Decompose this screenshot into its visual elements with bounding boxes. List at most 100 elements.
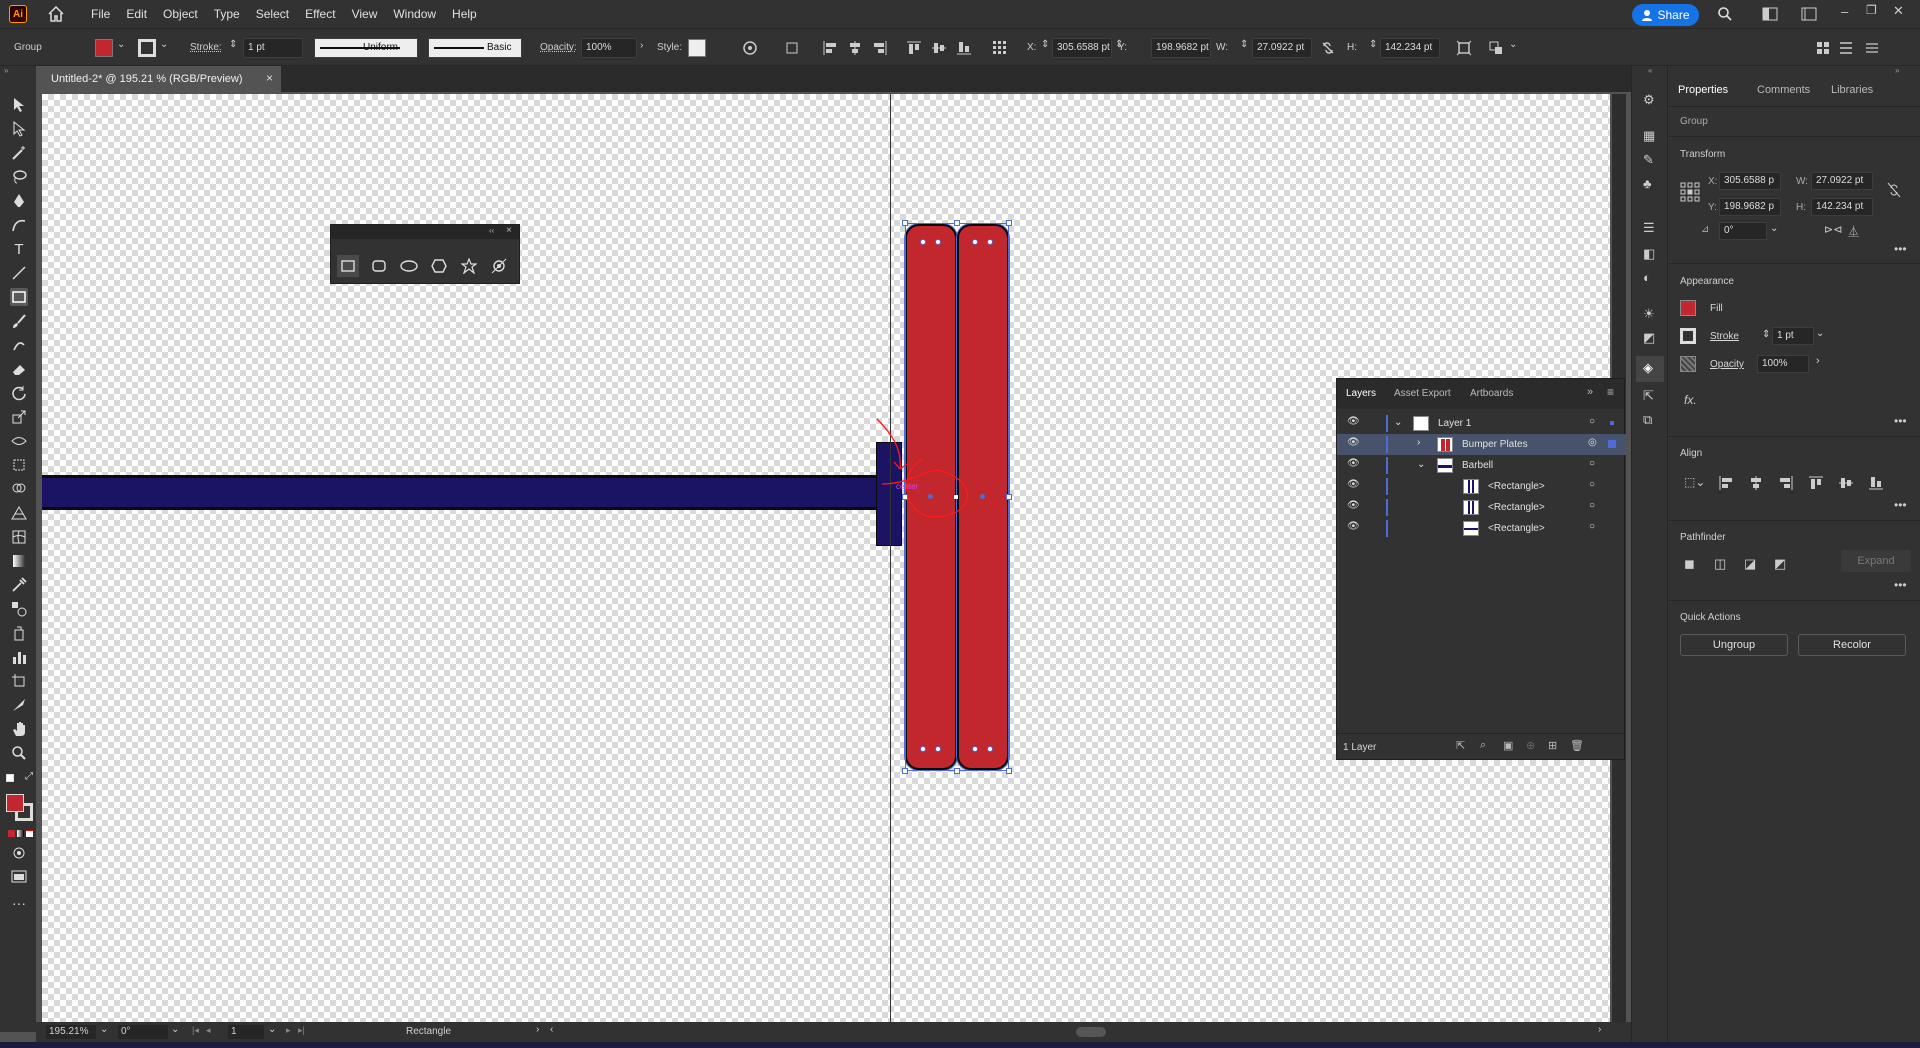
polygon-tool-icon[interactable] (428, 255, 450, 277)
chevron-down-icon[interactable]: ⌄ (1770, 223, 1778, 234)
trash-icon[interactable]: 🗑 (1570, 739, 1584, 752)
gradient-mode-icon[interactable] (17, 830, 24, 837)
resize-handle[interactable] (1006, 768, 1012, 774)
visibility-eye-icon[interactable]: 👁 (1347, 521, 1360, 532)
menu-select[interactable]: Select (248, 7, 297, 21)
chevron-down-icon[interactable]: ⌄ (268, 1024, 276, 1035)
star-tool-icon[interactable] (458, 255, 480, 277)
next-artboard-icon[interactable]: ▸ (286, 1025, 291, 1036)
menu-edit[interactable]: Edit (118, 7, 155, 21)
menu-object[interactable]: Object (155, 7, 206, 21)
paintbrush-tool-icon[interactable] (10, 312, 28, 330)
visibility-eye-icon[interactable]: 👁 (1347, 416, 1360, 427)
free-transform-tool-icon[interactable] (10, 456, 28, 474)
more-options-icon[interactable]: ••• (1894, 498, 1907, 512)
stepper-icon[interactable]: ⇕ (1369, 39, 1377, 50)
distribute-icon[interactable] (1838, 40, 1854, 56)
align-to-icon[interactable]: ⬚⌄ (1684, 475, 1705, 489)
flare-tool-icon[interactable] (488, 255, 510, 277)
chevron-right-icon[interactable]: › (640, 40, 643, 51)
tab-artboards[interactable]: Artboards (1470, 388, 1513, 399)
resize-handle[interactable] (1006, 494, 1012, 500)
close-window-icon[interactable]: ✕ (1893, 3, 1904, 19)
exclude-icon[interactable]: ◩ (1774, 556, 1786, 572)
panel-menu-icon[interactable]: ≡ (1607, 385, 1614, 399)
layer-name[interactable]: Layer 1 (1438, 418, 1471, 429)
menu-window[interactable]: Window (385, 7, 444, 21)
fx-icon[interactable]: fx. (1684, 393, 1697, 407)
opacity-label[interactable]: Opacity (1710, 359, 1744, 370)
w-field[interactable]: 27.0922 pt (1811, 172, 1873, 190)
minimize-icon[interactable]: – (1841, 4, 1848, 19)
tab-layers[interactable]: Layers (1346, 388, 1376, 399)
expand-panels-icon[interactable]: « (1648, 66, 1652, 75)
visibility-eye-icon[interactable]: 👁 (1347, 500, 1360, 511)
shape-builder-tool-icon[interactable] (10, 480, 28, 498)
visibility-eye-icon[interactable]: 👁 (1347, 458, 1360, 469)
type-tool-icon[interactable]: T (10, 240, 28, 258)
target-icon[interactable]: ○ (1589, 479, 1595, 490)
tab-comments[interactable]: Comments (1757, 84, 1810, 96)
color-mode-icon[interactable] (8, 830, 15, 837)
rectangle-tool-icon[interactable] (10, 288, 28, 306)
stepper-icon[interactable]: ⇕ (229, 39, 237, 50)
export-panel-icon[interactable]: ⇱ (1643, 388, 1654, 404)
opacity-label[interactable]: Opacity: (540, 42, 577, 53)
reference-point-icon[interactable] (1680, 182, 1700, 202)
edit-toolbar-icon[interactable]: ··· (10, 894, 28, 912)
chevron-down-icon[interactable]: ⌄ (160, 39, 168, 50)
document-tab[interactable]: Untitled-2* @ 195.21 % (RGB/Preview) × (36, 66, 281, 92)
locate-object-icon[interactable]: ⌕ (1480, 739, 1486, 752)
opacity-field[interactable]: 100% (1757, 355, 1809, 373)
slice-tool-icon[interactable] (10, 696, 28, 714)
resize-handle[interactable] (1006, 220, 1012, 226)
mesh-tool-icon[interactable] (10, 528, 28, 546)
close-popup-icon[interactable]: × (506, 225, 512, 236)
layer-row[interactable]: 👁 ⌄ Layer 1 ○ (1337, 413, 1626, 434)
artboard-number-field[interactable]: 1 (228, 1025, 264, 1039)
h-field[interactable]: 142.234 pt (1811, 198, 1873, 216)
eraser-tool-icon[interactable] (10, 360, 28, 378)
horizontal-scroll-thumb[interactable] (1076, 1027, 1106, 1037)
align-bottom-icon[interactable] (956, 40, 972, 56)
control-bar-menu-icon[interactable] (1864, 40, 1880, 56)
layer-row[interactable]: 👁 › Bumper Plates ◎ (1337, 434, 1626, 455)
eyedropper-tool-icon[interactable] (10, 576, 28, 594)
recolor-button[interactable]: Recolor (1798, 634, 1906, 656)
line-segment-tool-icon[interactable] (10, 264, 28, 282)
new-layer-icon[interactable]: ⊞ (1548, 739, 1557, 752)
target-icon[interactable]: ○ (1589, 521, 1595, 532)
expand-toolbar-icon[interactable]: » (4, 66, 8, 75)
menu-view[interactable]: View (344, 7, 386, 21)
home-icon[interactable] (47, 5, 65, 23)
resize-handle[interactable] (954, 220, 960, 226)
zoom-tool-icon[interactable] (10, 744, 28, 762)
first-artboard-icon[interactable]: |◂ (192, 1025, 199, 1036)
transform-each-icon[interactable] (1488, 40, 1504, 56)
collapse-panel-icon[interactable]: » (1587, 386, 1593, 398)
last-artboard-icon[interactable]: ▸| (298, 1025, 305, 1036)
rectangle-tool-icon[interactable] (337, 255, 359, 277)
new-sublayer-icon[interactable]: ⊕ (1526, 739, 1535, 752)
align-top-icon[interactable] (906, 40, 922, 56)
chevron-down-icon[interactable]: ⌄ (1417, 459, 1425, 470)
layer-row[interactable]: 👁 <Rectangle> ○ (1337, 497, 1626, 518)
x-field[interactable]: 305.6588 p (1719, 172, 1781, 190)
scroll-right-icon[interactable]: › (1598, 1024, 1601, 1035)
shaper-tool-icon[interactable] (10, 336, 28, 354)
screen-mode-icon[interactable] (10, 868, 28, 886)
recolor-artwork-icon[interactable] (742, 40, 758, 56)
gradient-tool-icon[interactable] (10, 552, 28, 570)
chevron-right-icon[interactable]: › (1816, 355, 1820, 367)
layers-icon[interactable]: ◈ (1636, 356, 1664, 382)
stroke-weight-field[interactable]: 1 pt (1772, 327, 1814, 345)
align-left-icon[interactable] (1718, 475, 1734, 491)
close-document-icon[interactable]: × (266, 71, 273, 85)
stroke-swatch[interactable] (1680, 328, 1696, 344)
corner-widget[interactable] (987, 746, 993, 752)
chevron-down-icon[interactable]: ⌄ (1816, 328, 1824, 339)
opacity-field[interactable]: 100% (581, 38, 637, 58)
symbols-icon[interactable]: ♣ (1643, 176, 1652, 191)
variable-width-profile[interactable]: Uniform (314, 38, 418, 58)
menu-help[interactable]: Help (444, 7, 485, 21)
